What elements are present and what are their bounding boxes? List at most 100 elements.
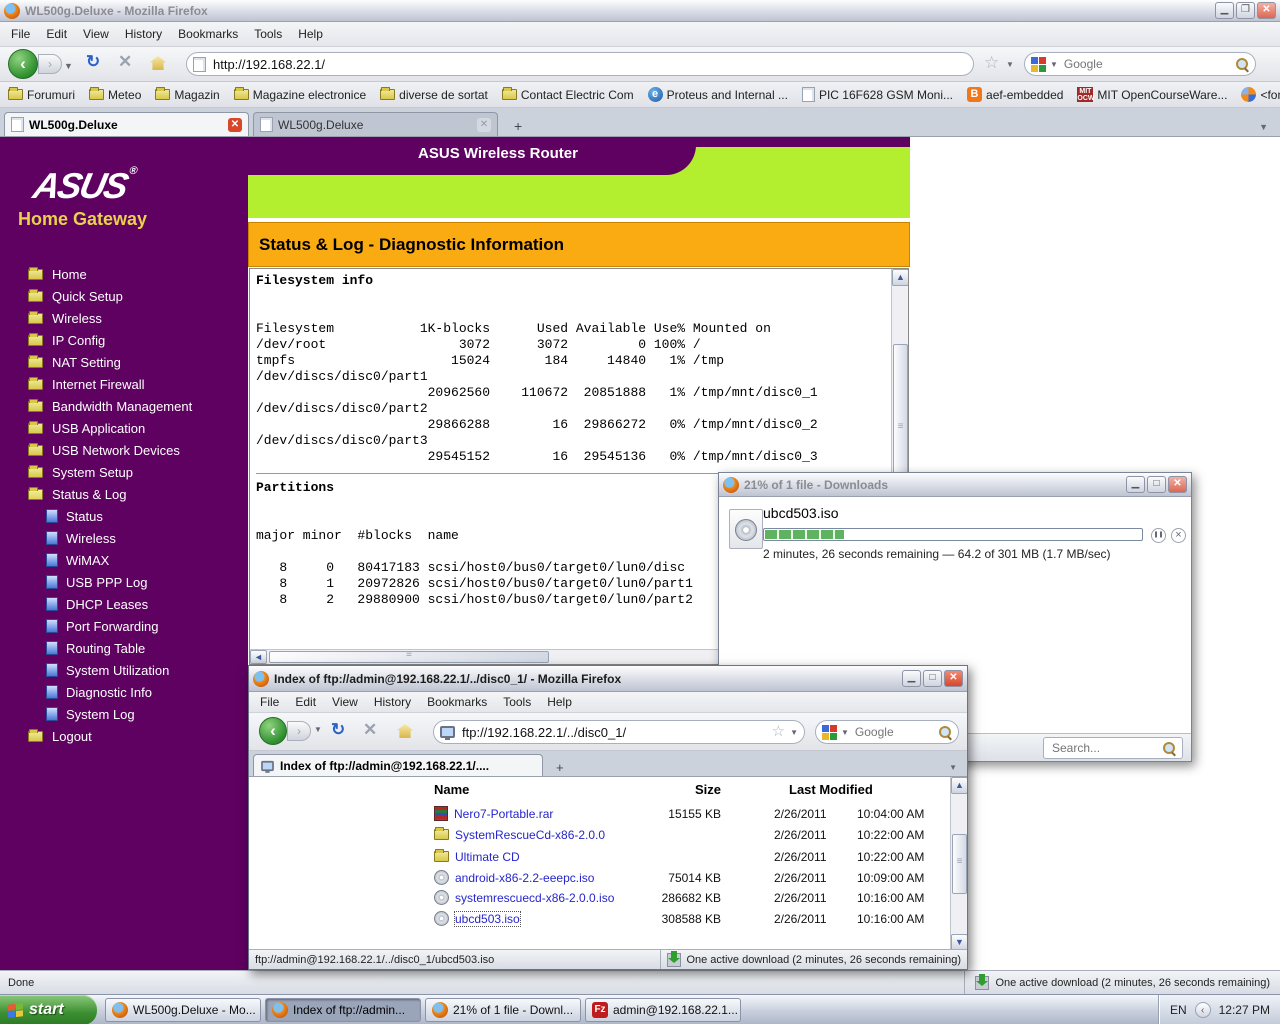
bookmark-item[interactable]: Magazine electronice xyxy=(234,88,366,102)
ftp-vertical-scrollbar[interactable]: ▲ ▼ xyxy=(950,777,967,951)
downloads-search-box[interactable] xyxy=(1043,737,1183,759)
main-address-bar[interactable] xyxy=(186,52,974,76)
sidebar-item-usb-application[interactable]: USB Application xyxy=(0,417,248,439)
scroll-up-arrow[interactable]: ▲ xyxy=(892,269,909,286)
file-row[interactable]: systemrescuecd-x86-2.0.0.iso 286682 KB2/… xyxy=(249,887,967,908)
reload-button[interactable]: ↻ xyxy=(331,720,345,740)
sidebar-subitem-status[interactable]: Status xyxy=(0,505,248,527)
nav-dropdown-icon[interactable]: ▼ xyxy=(64,56,73,76)
bookmark-item[interactable]: Forumuri xyxy=(8,88,75,102)
search-input[interactable] xyxy=(1062,56,1231,72)
sidebar-item-wireless[interactable]: Wireless xyxy=(0,307,248,329)
menu-tools[interactable]: Tools xyxy=(247,25,289,43)
scroll-thumb[interactable] xyxy=(269,651,549,663)
sidebar-item-nat-setting[interactable]: NAT Setting xyxy=(0,351,248,373)
scroll-left-arrow[interactable]: ◄ xyxy=(250,650,267,664)
sidebar-item-status-log[interactable]: Status & Log xyxy=(0,483,248,505)
close-button[interactable]: ✕ xyxy=(1257,2,1276,19)
sidebar-item-ip-config[interactable]: IP Config xyxy=(0,329,248,351)
tab-wl500g-inactive[interactable]: WL500g.Deluxe ✕ xyxy=(253,112,498,136)
search-engine-dropdown-icon[interactable]: ▼ xyxy=(841,728,849,737)
column-header-size[interactable]: Size xyxy=(609,782,721,797)
bookmark-item[interactable]: Baef-embedded xyxy=(967,87,1063,102)
bookmark-item[interactable]: eProteus and Internal ... xyxy=(648,87,788,102)
bookmark-item[interactable]: Magazin xyxy=(155,88,219,102)
sidebar-item-internet-firewall[interactable]: Internet Firewall xyxy=(0,373,248,395)
pause-button[interactable]: ❚❚ xyxy=(1151,528,1166,543)
downloads-search-input[interactable] xyxy=(1050,740,1158,756)
sidebar-item-usb-network-devices[interactable]: USB Network Devices xyxy=(0,439,248,461)
tray-chevron-icon[interactable]: ‹ xyxy=(1195,1002,1211,1018)
menu-history[interactable]: History xyxy=(118,25,169,43)
menu-bookmarks[interactable]: Bookmarks xyxy=(420,693,494,711)
tab-list-dropdown-icon[interactable]: ▼ xyxy=(943,759,963,776)
star-dropdown-icon[interactable]: ▼ xyxy=(1006,60,1014,69)
menu-tools[interactable]: Tools xyxy=(496,693,538,711)
file-link[interactable]: systemrescuecd-x86-2.0.0.iso xyxy=(455,891,614,905)
main-search-box[interactable]: ▼ xyxy=(1024,52,1256,76)
nav-dropdown-icon[interactable]: ▼ xyxy=(314,725,322,734)
sidebar-subitem-wireless[interactable]: Wireless xyxy=(0,527,248,549)
file-row[interactable]: Nero7-Portable.rar 15155 KB2/26/201110:0… xyxy=(249,803,967,824)
main-titlebar[interactable]: WL500g.Deluxe - Mozilla Firefox ▁ ❐ ✕ xyxy=(0,0,1280,22)
sidebar-item-quick-setup[interactable]: Quick Setup xyxy=(0,285,248,307)
file-row-selected[interactable]: ubcd503.iso 308588 KB2/26/201110:16:00 A… xyxy=(249,908,967,929)
restore-button[interactable]: ❐ xyxy=(1236,2,1255,19)
taskbar-task-downloads[interactable]: 21% of 1 file - Downl... xyxy=(425,998,581,1022)
menu-view[interactable]: View xyxy=(325,693,365,711)
ftp-search-box[interactable]: ▼ xyxy=(815,720,959,744)
scroll-thumb[interactable] xyxy=(952,834,967,894)
minimize-button[interactable]: ▁ xyxy=(902,670,921,687)
sidebar-item-logout[interactable]: Logout xyxy=(0,725,248,747)
search-engine-dropdown-icon[interactable]: ▼ xyxy=(1050,60,1058,69)
bookmark-star-icon[interactable]: ☆ xyxy=(772,724,785,740)
menu-bookmarks[interactable]: Bookmarks xyxy=(171,25,245,43)
ftp-titlebar[interactable]: Index of ftp://admin@192.168.22.1/../dis… xyxy=(249,666,967,692)
tab-close-icon[interactable]: ✕ xyxy=(477,118,491,132)
sidebar-subitem-routing-table[interactable]: Routing Table xyxy=(0,637,248,659)
maximize-button[interactable]: □ xyxy=(1147,476,1166,493)
file-row[interactable]: SystemRescueCd-x86-2.0.0 2/26/201110:22:… xyxy=(249,824,967,845)
home-button[interactable] xyxy=(150,56,166,70)
bookmark-item[interactable]: <font color=red>"Ale... xyxy=(1241,87,1280,102)
reload-button[interactable]: ↻ xyxy=(86,52,100,72)
sidebar-subitem-diagnostic-info[interactable]: Diagnostic Info xyxy=(0,681,248,703)
tab-ftp-index[interactable]: Index of ftp://admin@192.168.22.1/.... xyxy=(253,754,543,776)
sidebar-subitem-usb-ppp-log[interactable]: USB PPP Log xyxy=(0,571,248,593)
search-magnifier-icon[interactable] xyxy=(1235,57,1249,71)
search-input[interactable] xyxy=(853,724,934,740)
scroll-up-arrow[interactable]: ▲ xyxy=(951,777,967,794)
url-input[interactable] xyxy=(211,56,967,73)
new-tab-button[interactable]: + xyxy=(549,759,571,776)
cancel-download-button[interactable]: × xyxy=(1171,528,1186,543)
menu-help[interactable]: Help xyxy=(291,25,330,43)
sidebar-item-bandwidth-management[interactable]: Bandwidth Management xyxy=(0,395,248,417)
sidebar-subitem-wimax[interactable]: WiMAX xyxy=(0,549,248,571)
menu-file[interactable]: File xyxy=(253,693,286,711)
column-header-name[interactable]: Name xyxy=(434,782,469,797)
download-item[interactable]: ubcd503.iso ❚❚ × 2 minutes, 26 seconds r… xyxy=(719,497,1191,569)
bookmark-item[interactable]: diverse de sortat xyxy=(380,88,488,102)
taskbar-task-ftp-index[interactable]: Index of ftp://admin... xyxy=(265,998,421,1022)
download-status-box[interactable]: One active download (2 minutes, 26 secon… xyxy=(964,971,1280,994)
menu-history[interactable]: History xyxy=(367,693,418,711)
close-button[interactable]: ✕ xyxy=(944,670,963,687)
back-button[interactable]: ‹ xyxy=(259,717,287,745)
search-magnifier-icon[interactable] xyxy=(938,725,952,739)
file-link[interactable]: Nero7-Portable.rar xyxy=(454,807,553,821)
taskbar-task-filezilla[interactable]: Fzadmin@192.168.22.1... xyxy=(585,998,741,1022)
menu-edit[interactable]: Edit xyxy=(39,25,74,43)
stop-button[interactable]: ✕ xyxy=(363,720,377,740)
home-button[interactable] xyxy=(397,724,413,738)
tab-list-dropdown-icon[interactable]: ▼ xyxy=(1251,118,1276,136)
sidebar-subitem-system-utilization[interactable]: System Utilization xyxy=(0,659,248,681)
sidebar-subitem-system-log[interactable]: System Log xyxy=(0,703,248,725)
file-link[interactable]: SystemRescueCd-x86-2.0.0 xyxy=(455,828,605,842)
minimize-button[interactable]: ▁ xyxy=(1126,476,1145,493)
maximize-button[interactable]: □ xyxy=(923,670,942,687)
sidebar-subitem-dhcp-leases[interactable]: DHCP Leases xyxy=(0,593,248,615)
file-row[interactable]: Ultimate CD 2/26/201110:22:00 AM xyxy=(249,846,967,867)
download-status-box[interactable]: One active download (2 minutes, 26 secon… xyxy=(660,950,967,969)
bookmark-item[interactable]: Contact Electric Com xyxy=(502,88,634,102)
new-tab-button[interactable]: + xyxy=(506,116,530,136)
